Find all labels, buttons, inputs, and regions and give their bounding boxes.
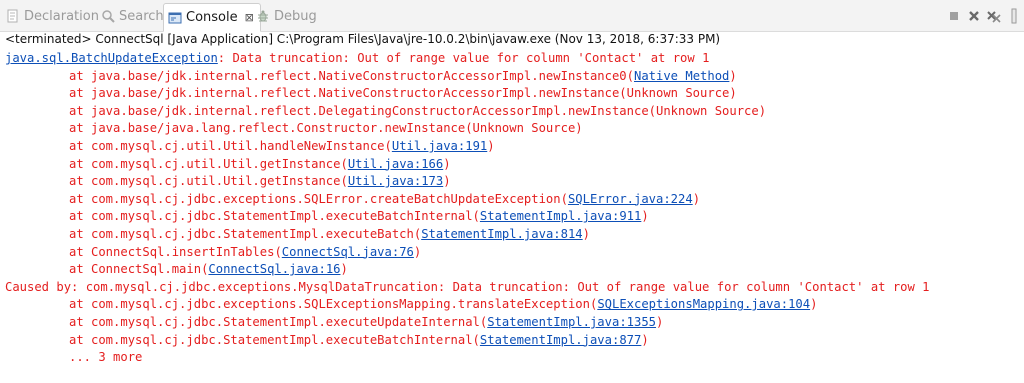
console-line: at com.mysql.cj.util.Util.getInstance(Ut…: [5, 173, 1024, 191]
line-text-suffix: ): [692, 191, 701, 206]
line-text: at java.base/jdk.internal.reflect.Delega…: [69, 103, 767, 118]
console-line: at java.base/jdk.internal.reflect.Native…: [5, 85, 1024, 103]
line-text: at ConnectSql.main(: [69, 262, 209, 277]
line-text-suffix: ): [810, 297, 818, 312]
tab-search[interactable]: Search: [101, 4, 164, 28]
close-icon[interactable]: ⊠: [245, 11, 254, 24]
terminate-icon[interactable]: [946, 7, 962, 25]
console-line: at com.mysql.cj.jdbc.StatementImpl.execu…: [5, 332, 1024, 350]
scroll-lock-icon[interactable]: [1006, 7, 1022, 25]
console-line: at com.mysql.cj.util.Util.handleNewInsta…: [5, 138, 1024, 156]
tab-search-label: Search: [119, 8, 164, 24]
line-text: at java.base/java.lang.reflect.Construct…: [69, 121, 583, 136]
line-text: at com.mysql.cj.jdbc.StatementImpl.execu…: [69, 332, 480, 347]
line-text-suffix: ): [443, 174, 451, 189]
line-text-suffix: ): [340, 262, 348, 277]
source-link[interactable]: java.sql.BatchUpdateException: [5, 51, 218, 65]
console-icon: [168, 11, 182, 25]
line-text: at com.mysql.cj.jdbc.StatementImpl.execu…: [69, 314, 488, 329]
tab-console-label: Console: [186, 10, 238, 25]
console-toolbar: [946, 6, 1022, 26]
source-link[interactable]: StatementImpl.java:814: [421, 227, 582, 241]
source-link[interactable]: Native Method: [634, 69, 729, 83]
console-line: at java.base/jdk.internal.reflect.Native…: [5, 68, 1024, 86]
source-link[interactable]: StatementImpl.java:911: [480, 209, 641, 223]
source-link[interactable]: Util.java:166: [348, 157, 443, 171]
console-line: at com.mysql.cj.util.Util.getInstance(Ut…: [5, 156, 1024, 174]
console-line: at com.mysql.cj.jdbc.exceptions.SQLError…: [5, 191, 1024, 209]
tab-declaration-label: Declaration: [24, 8, 99, 24]
line-text: at com.mysql.cj.jdbc.StatementImpl.execu…: [69, 226, 422, 241]
console-line: ... 3 more: [5, 349, 1024, 367]
tab-console[interactable]: Console ⊠: [163, 3, 261, 32]
line-text-suffix: : Data truncation: Out of range value fo…: [217, 51, 710, 65]
console-line: at java.base/java.lang.reflect.Construct…: [5, 120, 1024, 138]
source-link[interactable]: Util.java:191: [392, 139, 487, 153]
console-line: at com.mysql.cj.jdbc.exceptions.SQLExcep…: [5, 296, 1024, 314]
tab-debug-label: Debug: [274, 8, 317, 24]
source-link[interactable]: StatementImpl.java:877: [480, 333, 641, 347]
declaration-icon: [6, 9, 20, 23]
console-line: at ConnectSql.main(ConnectSql.java:16): [5, 261, 1024, 279]
console-status-line: <terminated> ConnectSql [Java Applicatio…: [5, 32, 721, 46]
console-line: at com.mysql.cj.jdbc.StatementImpl.execu…: [5, 226, 1024, 244]
line-text: at com.mysql.cj.util.Util.getInstance(: [69, 174, 348, 189]
line-text: at com.mysql.cj.util.Util.getInstance(: [69, 156, 348, 171]
source-link[interactable]: ConnectSql.java:76: [282, 245, 414, 259]
source-link[interactable]: SQLExceptionsMapping.java:104: [597, 297, 810, 311]
source-link[interactable]: ConnectSql.java:16: [208, 262, 340, 276]
line-text: at com.mysql.cj.jdbc.exceptions.SQLError…: [69, 191, 568, 206]
tab-debug[interactable]: Debug: [256, 4, 317, 28]
line-text-suffix: ): [641, 332, 649, 347]
source-link[interactable]: SQLError.java:224: [568, 192, 693, 206]
line-text-suffix: ): [582, 226, 590, 241]
source-link[interactable]: Util.java:173: [348, 174, 443, 188]
line-text-suffix: ): [443, 156, 451, 171]
tab-declaration[interactable]: Declaration: [6, 4, 99, 28]
console-line: java.sql.BatchUpdateException: Data trun…: [5, 50, 1024, 68]
console-output: java.sql.BatchUpdateException: Data trun…: [5, 50, 1024, 367]
console-line: at ConnectSql.insertInTables(ConnectSql.…: [5, 244, 1024, 262]
line-text: Caused by: com.mysql.cj.jdbc.exceptions.…: [5, 279, 930, 294]
view-tab-bar: Declaration Search Console ⊠ Debug: [0, 0, 1024, 32]
line-text: ... 3 more: [69, 350, 143, 365]
search-icon: [101, 9, 115, 23]
debug-icon: [256, 9, 270, 23]
remove-all-terminated-icon[interactable]: [986, 7, 1002, 25]
line-text-suffix: ): [656, 314, 664, 329]
console-line: at java.base/jdk.internal.reflect.Delega…: [5, 103, 1024, 121]
line-text: at com.mysql.cj.util.Util.handleNewInsta…: [69, 138, 392, 153]
source-link[interactable]: StatementImpl.java:1355: [487, 315, 656, 329]
console-line: at com.mysql.cj.jdbc.StatementImpl.execu…: [5, 314, 1024, 332]
remove-launch-icon[interactable]: [966, 7, 982, 25]
line-text: at ConnectSql.insertInTables(: [69, 244, 282, 259]
line-text: at com.mysql.cj.jdbc.StatementImpl.execu…: [69, 209, 480, 224]
console-line: Caused by: com.mysql.cj.jdbc.exceptions.…: [5, 279, 1024, 297]
line-text: at java.base/jdk.internal.reflect.Native…: [69, 86, 737, 101]
line-text: at java.base/jdk.internal.reflect.Native…: [69, 68, 634, 83]
line-text-suffix: ): [413, 244, 422, 259]
line-text-suffix: ): [487, 138, 495, 153]
line-text-suffix: ): [641, 209, 649, 224]
line-text-suffix: ): [729, 68, 737, 83]
console-line: at com.mysql.cj.jdbc.StatementImpl.execu…: [5, 208, 1024, 226]
line-text: at com.mysql.cj.jdbc.exceptions.SQLExcep…: [69, 297, 598, 312]
